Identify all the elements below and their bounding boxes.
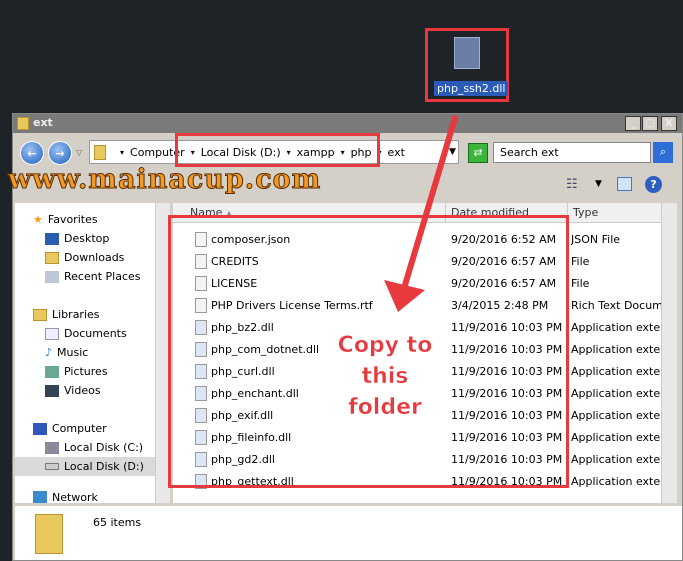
copy-instruction: Copy to this folder [337, 333, 433, 421]
arrow-annotation [384, 115, 458, 312]
arrow-shaft [402, 115, 458, 288]
